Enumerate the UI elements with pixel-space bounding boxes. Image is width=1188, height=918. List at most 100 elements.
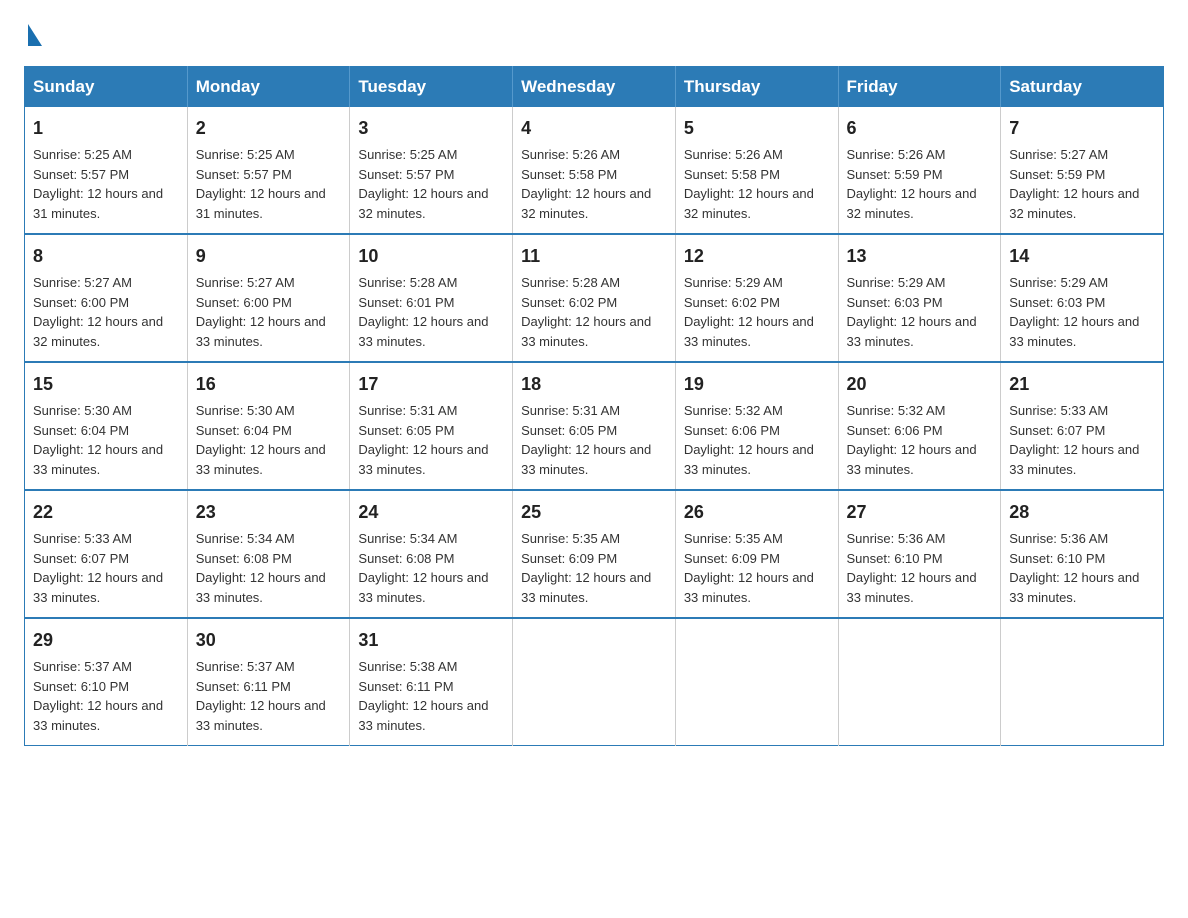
day-info: Sunrise: 5:33 AMSunset: 6:07 PMDaylight:… <box>33 529 179 607</box>
day-number: 7 <box>1009 115 1155 141</box>
logo <box>24 24 42 46</box>
day-number: 26 <box>684 499 830 525</box>
empty-cell-w4-d5 <box>838 618 1001 746</box>
day-cell-23: 23 Sunrise: 5:34 AMSunset: 6:08 PMDayligh… <box>187 490 350 618</box>
week-row-5: 29 Sunrise: 5:37 AMSunset: 6:10 PMDayligh… <box>25 618 1164 746</box>
week-row-1: 1Sunrise: 5:25 AMSunset: 5:57 PMDaylight… <box>25 107 1164 234</box>
day-info: Sunrise: 5:35 AMSunset: 6:09 PMDaylight:… <box>684 529 830 607</box>
day-number: 17 <box>358 371 504 397</box>
day-info: Sunrise: 5:28 AMSunset: 6:01 PMDaylight:… <box>358 273 504 351</box>
day-cell-17: 17 Sunrise: 5:31 AMSunset: 6:05 PMDayligh… <box>350 362 513 490</box>
day-info: Sunrise: 5:34 AMSunset: 6:08 PMDaylight:… <box>358 529 504 607</box>
day-number: 23 <box>196 499 342 525</box>
day-info: Sunrise: 5:29 AMSunset: 6:02 PMDaylight:… <box>684 273 830 351</box>
day-cell-5: 5Sunrise: 5:26 AMSunset: 5:58 PMDaylight… <box>675 107 838 234</box>
day-cell-3: 3Sunrise: 5:25 AMSunset: 5:57 PMDaylight… <box>350 107 513 234</box>
day-cell-9: 9 Sunrise: 5:27 AMSunset: 6:00 PMDaylight… <box>187 234 350 362</box>
day-info: Sunrise: 5:34 AMSunset: 6:08 PMDaylight:… <box>196 529 342 607</box>
day-number: 28 <box>1009 499 1155 525</box>
day-cell-7: 7 Sunrise: 5:27 AMSunset: 5:59 PMDaylight… <box>1001 107 1164 234</box>
day-number: 16 <box>196 371 342 397</box>
day-cell-10: 10 Sunrise: 5:28 AMSunset: 6:01 PMDayligh… <box>350 234 513 362</box>
logo-triangle-icon <box>28 24 42 46</box>
day-number: 12 <box>684 243 830 269</box>
empty-cell-w4-d4 <box>675 618 838 746</box>
day-cell-19: 19 Sunrise: 5:32 AMSunset: 6:06 PMDayligh… <box>675 362 838 490</box>
day-number: 10 <box>358 243 504 269</box>
day-info: Sunrise: 5:26 AMSunset: 5:58 PMDaylight:… <box>684 145 830 223</box>
day-cell-6: 6 Sunrise: 5:26 AMSunset: 5:59 PMDaylight… <box>838 107 1001 234</box>
day-info: Sunrise: 5:25 AMSunset: 5:57 PMDaylight:… <box>358 145 504 223</box>
day-cell-2: 2 Sunrise: 5:25 AMSunset: 5:57 PMDaylight… <box>187 107 350 234</box>
day-number: 20 <box>847 371 993 397</box>
header-thursday: Thursday <box>675 67 838 108</box>
day-info: Sunrise: 5:30 AMSunset: 6:04 PMDaylight:… <box>196 401 342 479</box>
day-info: Sunrise: 5:37 AMSunset: 6:11 PMDaylight:… <box>196 657 342 735</box>
day-cell-14: 14 Sunrise: 5:29 AMSunset: 6:03 PMDayligh… <box>1001 234 1164 362</box>
day-info: Sunrise: 5:37 AMSunset: 6:10 PMDaylight:… <box>33 657 179 735</box>
day-info: Sunrise: 5:32 AMSunset: 6:06 PMDaylight:… <box>847 401 993 479</box>
day-cell-24: 24 Sunrise: 5:34 AMSunset: 6:08 PMDayligh… <box>350 490 513 618</box>
day-cell-25: 25 Sunrise: 5:35 AMSunset: 6:09 PMDayligh… <box>513 490 676 618</box>
day-number: 2 <box>196 115 342 141</box>
day-number: 6 <box>847 115 993 141</box>
day-number: 31 <box>358 627 504 653</box>
day-info: Sunrise: 5:25 AMSunset: 5:57 PMDaylight:… <box>33 145 179 223</box>
day-cell-30: 30 Sunrise: 5:37 AMSunset: 6:11 PMDayligh… <box>187 618 350 746</box>
header-friday: Friday <box>838 67 1001 108</box>
day-info: Sunrise: 5:32 AMSunset: 6:06 PMDaylight:… <box>684 401 830 479</box>
day-info: Sunrise: 5:29 AMSunset: 6:03 PMDaylight:… <box>1009 273 1155 351</box>
day-cell-11: 11Sunrise: 5:28 AMSunset: 6:02 PMDayligh… <box>513 234 676 362</box>
day-number: 9 <box>196 243 342 269</box>
empty-cell-w4-d6 <box>1001 618 1164 746</box>
day-cell-29: 29 Sunrise: 5:37 AMSunset: 6:10 PMDayligh… <box>25 618 188 746</box>
day-info: Sunrise: 5:36 AMSunset: 6:10 PMDaylight:… <box>1009 529 1155 607</box>
day-cell-4: 4 Sunrise: 5:26 AMSunset: 5:58 PMDaylight… <box>513 107 676 234</box>
day-info: Sunrise: 5:38 AMSunset: 6:11 PMDaylight:… <box>358 657 504 735</box>
day-number: 21 <box>1009 371 1155 397</box>
day-cell-27: 27Sunrise: 5:36 AMSunset: 6:10 PMDayligh… <box>838 490 1001 618</box>
day-info: Sunrise: 5:27 AMSunset: 5:59 PMDaylight:… <box>1009 145 1155 223</box>
day-cell-28: 28 Sunrise: 5:36 AMSunset: 6:10 PMDayligh… <box>1001 490 1164 618</box>
week-row-3: 15 Sunrise: 5:30 AMSunset: 6:04 PMDayligh… <box>25 362 1164 490</box>
week-row-4: 22 Sunrise: 5:33 AMSunset: 6:07 PMDayligh… <box>25 490 1164 618</box>
week-row-2: 8 Sunrise: 5:27 AMSunset: 6:00 PMDaylight… <box>25 234 1164 362</box>
day-info: Sunrise: 5:25 AMSunset: 5:57 PMDaylight:… <box>196 145 342 223</box>
day-info: Sunrise: 5:27 AMSunset: 6:00 PMDaylight:… <box>196 273 342 351</box>
day-number: 19 <box>684 371 830 397</box>
day-number: 25 <box>521 499 667 525</box>
day-cell-20: 20 Sunrise: 5:32 AMSunset: 6:06 PMDayligh… <box>838 362 1001 490</box>
calendar-table: SundayMondayTuesdayWednesdayThursdayFrid… <box>24 66 1164 746</box>
day-cell-13: 13 Sunrise: 5:29 AMSunset: 6:03 PMDayligh… <box>838 234 1001 362</box>
day-cell-8: 8Sunrise: 5:27 AMSunset: 6:00 PMDaylight… <box>25 234 188 362</box>
day-number: 29 <box>33 627 179 653</box>
day-info: Sunrise: 5:26 AMSunset: 5:58 PMDaylight:… <box>521 145 667 223</box>
day-cell-31: 31 Sunrise: 5:38 AMSunset: 6:11 PMDayligh… <box>350 618 513 746</box>
day-info: Sunrise: 5:33 AMSunset: 6:07 PMDaylight:… <box>1009 401 1155 479</box>
day-number: 4 <box>521 115 667 141</box>
day-number: 24 <box>358 499 504 525</box>
header-monday: Monday <box>187 67 350 108</box>
day-cell-18: 18 Sunrise: 5:31 AMSunset: 6:05 PMDayligh… <box>513 362 676 490</box>
day-info: Sunrise: 5:31 AMSunset: 6:05 PMDaylight:… <box>358 401 504 479</box>
day-info: Sunrise: 5:26 AMSunset: 5:59 PMDaylight:… <box>847 145 993 223</box>
header-sunday: Sunday <box>25 67 188 108</box>
day-number: 15 <box>33 371 179 397</box>
header-wednesday: Wednesday <box>513 67 676 108</box>
day-cell-12: 12 Sunrise: 5:29 AMSunset: 6:02 PMDayligh… <box>675 234 838 362</box>
day-number: 11 <box>521 243 667 269</box>
day-number: 13 <box>847 243 993 269</box>
day-cell-22: 22 Sunrise: 5:33 AMSunset: 6:07 PMDayligh… <box>25 490 188 618</box>
header-saturday: Saturday <box>1001 67 1164 108</box>
day-info: Sunrise: 5:31 AMSunset: 6:05 PMDaylight:… <box>521 401 667 479</box>
day-number: 14 <box>1009 243 1155 269</box>
day-number: 30 <box>196 627 342 653</box>
day-cell-16: 16 Sunrise: 5:30 AMSunset: 6:04 PMDayligh… <box>187 362 350 490</box>
day-number: 22 <box>33 499 179 525</box>
day-info: Sunrise: 5:29 AMSunset: 6:03 PMDaylight:… <box>847 273 993 351</box>
day-number: 8 <box>33 243 179 269</box>
day-cell-15: 15Sunrise: 5:30 AMSunset: 6:04 PMDayligh… <box>25 362 188 490</box>
page-header <box>24 24 1164 46</box>
day-info: Sunrise: 5:35 AMSunset: 6:09 PMDaylight:… <box>521 529 667 607</box>
day-number: 18 <box>521 371 667 397</box>
